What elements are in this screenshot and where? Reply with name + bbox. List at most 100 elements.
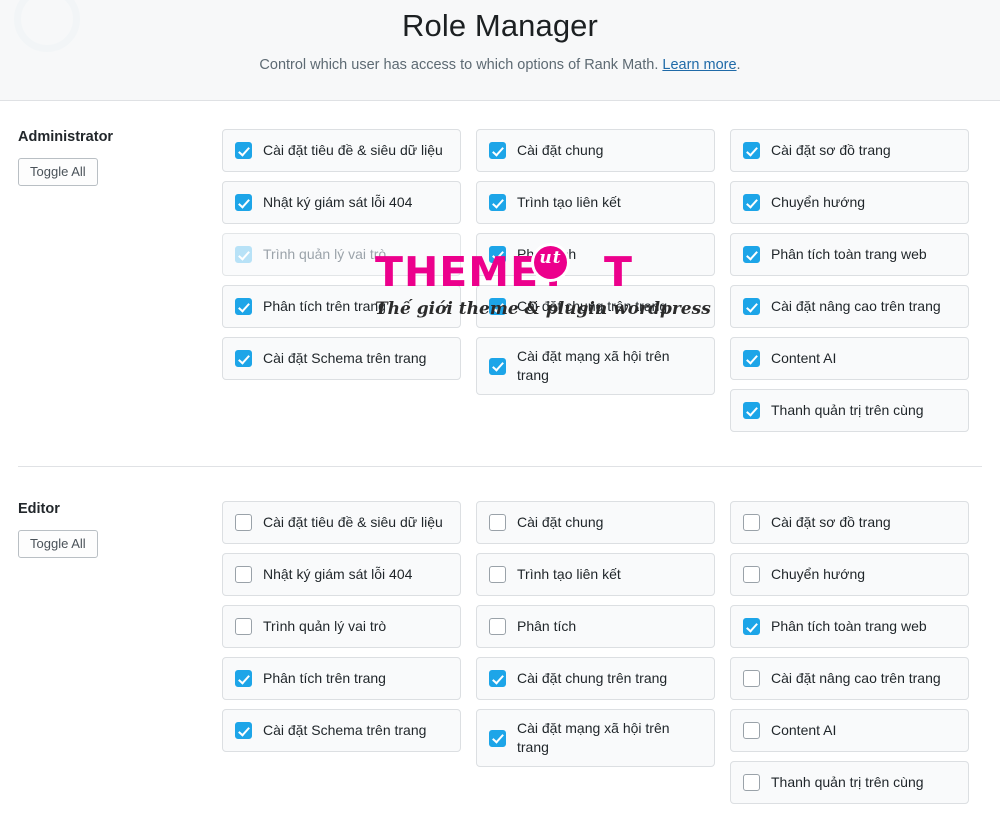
checkbox-checked-icon[interactable] <box>235 142 252 159</box>
page-subtitle-period: . <box>736 57 741 73</box>
capability-card[interactable]: Cài đặt chung trên trang <box>476 657 715 700</box>
capability-card[interactable]: Trình quản lý vai trò <box>222 605 461 648</box>
capability-card[interactable]: Cài đặt chung <box>476 501 715 544</box>
capability-card[interactable]: Phân tích <box>476 605 715 648</box>
checkbox-unchecked-icon[interactable] <box>743 670 760 687</box>
checkbox-unchecked-icon[interactable] <box>743 722 760 739</box>
role-row: Editor Toggle All Cài đặt tiêu đề & siêu d… <box>0 493 1000 804</box>
checkbox-checked-icon[interactable] <box>489 670 506 687</box>
checkbox-unchecked-icon[interactable] <box>743 514 760 531</box>
capabilities-column: Cài đặt tiêu đề & siêu dữ liệu Nhật ký gi… <box>222 129 461 432</box>
checkbox-unchecked-icon[interactable] <box>743 774 760 791</box>
capabilities-column: Cài đặt sơ đồ trang Chuyển hướng Phân tích… <box>730 129 969 432</box>
capability-label: Content AI <box>771 722 837 739</box>
checkbox-checked-icon[interactable] <box>235 670 252 687</box>
capability-card[interactable]: Nhật ký giám sát lỗi 404 <box>222 553 461 596</box>
capability-label: Cài đặt chung trên trang <box>517 670 668 687</box>
checkbox-unchecked-icon[interactable] <box>235 566 252 583</box>
checkbox-unchecked-icon[interactable] <box>489 566 506 583</box>
capability-card[interactable]: Trình tạo liên kết <box>476 553 715 596</box>
checkbox-checked-icon[interactable] <box>743 350 760 367</box>
checkbox-checked-icon[interactable] <box>489 142 506 159</box>
capability-label: Nhật ký giám sát lỗi 404 <box>263 566 413 583</box>
checkbox-checked-icon[interactable] <box>489 246 506 263</box>
capability-card[interactable]: Phân tích <box>476 233 715 276</box>
capability-card[interactable]: Chuyển hướng <box>730 553 969 596</box>
checkbox-checked-icon[interactable] <box>235 298 252 315</box>
checkbox-checked-icon[interactable] <box>489 357 506 375</box>
capability-card[interactable]: Nhật ký giám sát lỗi 404 <box>222 181 461 224</box>
role-section-administrator: Administrator Toggle All Cài đặt tiêu đề &… <box>0 101 1000 466</box>
roles-container: Administrator Toggle All Cài đặt tiêu đề &… <box>0 101 1000 804</box>
capability-card[interactable]: Content AI <box>730 709 969 752</box>
checkbox-checked-icon[interactable] <box>743 246 760 263</box>
page-subtitle: Control which user has access to which o… <box>0 44 1000 73</box>
capability-label: Phân tích <box>517 618 577 635</box>
capability-card[interactable]: Cài đặt mạng xã hội trên trang <box>476 709 715 767</box>
checkbox-unchecked-icon[interactable] <box>235 618 252 635</box>
capability-card[interactable]: Cài đặt tiêu đề & siêu dữ liệu <box>222 501 461 544</box>
capability-card[interactable]: Cài đặt chung <box>476 129 715 172</box>
capability-card[interactable]: Phân tích trên trang <box>222 285 461 328</box>
checkbox-checked-icon[interactable] <box>235 722 252 739</box>
capability-label: Trình tạo liên kết <box>517 194 621 211</box>
checkbox-checked-icon[interactable] <box>489 194 506 211</box>
capability-label: Cài đặt chung <box>517 142 604 159</box>
capabilities-column: Cài đặt tiêu đề & siêu dữ liệu Nhật ký gi… <box>222 501 461 804</box>
capability-card[interactable]: Cài đặt nâng cao trên trang <box>730 285 969 328</box>
capability-card[interactable]: Thanh quản trị trên cùng <box>730 389 969 432</box>
checkbox-unchecked-icon[interactable] <box>743 566 760 583</box>
capability-card: Trình quản lý vai trò <box>222 233 461 276</box>
checkbox-checked-icon[interactable] <box>743 142 760 159</box>
capability-card[interactable]: Phân tích toàn trang web <box>730 233 969 276</box>
capability-label: Content AI <box>771 350 837 367</box>
capability-card[interactable]: Cài đặt tiêu đề & siêu dữ liệu <box>222 129 461 172</box>
checkbox-checked-icon[interactable] <box>489 729 506 747</box>
role-name: Administrator <box>18 129 114 145</box>
toggle-all-button[interactable]: Toggle All <box>18 158 98 186</box>
checkbox-checked-icon[interactable] <box>743 298 760 315</box>
checkbox-unchecked-icon[interactable] <box>489 514 506 531</box>
checkbox-checked-icon[interactable] <box>235 350 252 367</box>
checkbox-checked-icon[interactable] <box>489 298 506 315</box>
capability-card[interactable]: Thanh quản trị trên cùng <box>730 761 969 804</box>
capability-label: Nhật ký giám sát lỗi 404 <box>263 194 413 211</box>
role-meta: Administrator Toggle All <box>0 121 222 186</box>
page-header: Role Manager Control which user has acce… <box>0 0 1000 101</box>
capability-label: Chuyển hướng <box>771 194 866 211</box>
capability-label: Cài đặt nâng cao trên trang <box>771 298 941 315</box>
checkbox-unchecked-icon[interactable] <box>489 618 506 635</box>
capability-card[interactable]: Cài đặt mạng xã hội trên trang <box>476 337 715 395</box>
capability-label: Phân tích <box>517 246 577 263</box>
capabilities-grid: Cài đặt tiêu đề & siêu dữ liệu Nhật ký gi… <box>222 121 1000 432</box>
capability-label: Cài đặt sơ đồ trang <box>771 514 891 531</box>
checkbox-checked-icon[interactable] <box>743 194 760 211</box>
capability-card[interactable]: Trình tạo liên kết <box>476 181 715 224</box>
capability-card[interactable]: Cài đặt Schema trên trang <box>222 709 461 752</box>
toggle-all-button[interactable]: Toggle All <box>18 530 98 558</box>
capability-label: Cài đặt tiêu đề & siêu dữ liệu <box>263 142 443 159</box>
capability-label: Cài đặt nâng cao trên trang <box>771 670 941 687</box>
capability-label: Cài đặt Schema trên trang <box>263 350 427 367</box>
checkbox-checked-icon[interactable] <box>743 618 760 635</box>
capability-card[interactable]: Chuyển hướng <box>730 181 969 224</box>
checkbox-unchecked-icon[interactable] <box>235 514 252 531</box>
capability-card[interactable]: Phân tích trên trang <box>222 657 461 700</box>
learn-more-link[interactable]: Learn more <box>662 57 736 73</box>
role-section-editor: Editor Toggle All Cài đặt tiêu đề & siêu d… <box>0 466 1000 804</box>
capability-label: Trình tạo liên kết <box>517 566 621 583</box>
capability-card[interactable]: Cài đặt sơ đồ trang <box>730 129 969 172</box>
capability-label: Cài đặt chung <box>517 514 604 531</box>
capability-card[interactable]: Content AI <box>730 337 969 380</box>
capability-label: Phân tích trên trang <box>263 670 386 687</box>
capability-card[interactable]: Phân tích toàn trang web <box>730 605 969 648</box>
checkbox-checked-icon[interactable] <box>743 402 760 419</box>
capability-card[interactable]: Cài đặt nâng cao trên trang <box>730 657 969 700</box>
page-title: Role Manager <box>402 8 598 43</box>
capability-card[interactable]: Cài đặt chung trên trang <box>476 285 715 328</box>
capability-card[interactable]: Cài đặt sơ đồ trang <box>730 501 969 544</box>
capability-label: Thanh quản trị trên cùng <box>771 402 924 419</box>
checkbox-checked-icon[interactable] <box>235 194 252 211</box>
capabilities-column: Cài đặt chung Trình tạo liên kết Phân tích… <box>476 129 715 432</box>
capability-card[interactable]: Cài đặt Schema trên trang <box>222 337 461 380</box>
